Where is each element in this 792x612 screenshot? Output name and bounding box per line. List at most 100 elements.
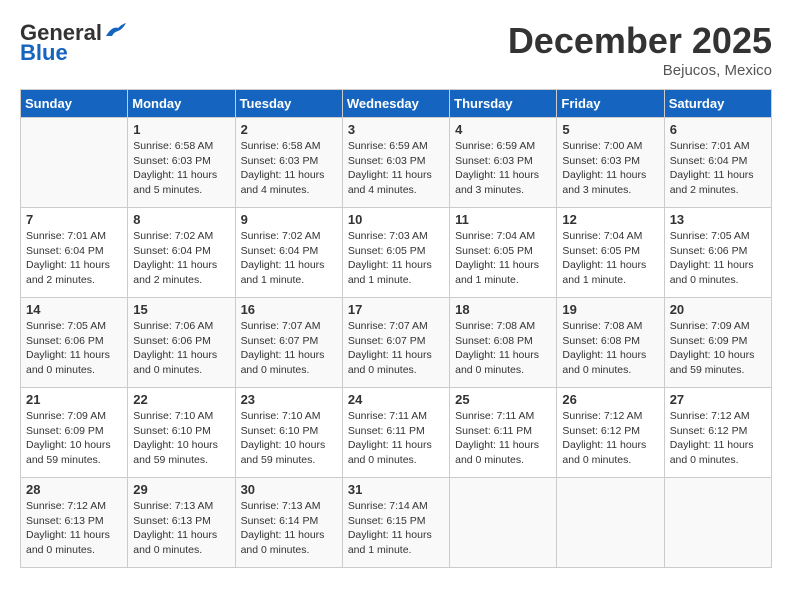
- calendar-day-cell: 21Sunrise: 7:09 AM Sunset: 6:09 PM Dayli…: [21, 388, 128, 478]
- month-title: December 2025: [508, 20, 772, 62]
- day-info: Sunrise: 7:04 AM Sunset: 6:05 PM Dayligh…: [562, 229, 658, 288]
- day-number: 22: [133, 392, 229, 407]
- day-number: 10: [348, 212, 444, 227]
- day-number: 29: [133, 482, 229, 497]
- logo: General Blue: [20, 20, 126, 66]
- calendar-day-cell: [557, 478, 664, 568]
- day-number: 12: [562, 212, 658, 227]
- day-info: Sunrise: 7:09 AM Sunset: 6:09 PM Dayligh…: [670, 319, 766, 378]
- calendar-day-cell: 3 Sunrise: 6:59 AM Sunset: 6:03 PM Daylig…: [342, 118, 449, 208]
- logo-bird-icon: [104, 22, 126, 40]
- calendar-day-cell: 7 Sunrise: 7:01 AM Sunset: 6:04 PM Daylig…: [21, 208, 128, 298]
- day-info: Sunrise: 7:14 AM Sunset: 6:15 PM Dayligh…: [348, 499, 444, 558]
- day-info: Sunrise: 7:02 AM Sunset: 6:04 PM Dayligh…: [241, 229, 337, 288]
- day-info: Sunrise: 7:07 AM Sunset: 6:07 PM Dayligh…: [241, 319, 337, 378]
- calendar-day-cell: 13Sunrise: 7:05 AM Sunset: 6:06 PM Dayli…: [664, 208, 771, 298]
- day-info: Sunrise: 7:13 AM Sunset: 6:14 PM Dayligh…: [241, 499, 337, 558]
- day-number: 17: [348, 302, 444, 317]
- day-info: Sunrise: 7:02 AM Sunset: 6:04 PM Dayligh…: [133, 229, 229, 288]
- calendar-day-cell: 5Sunrise: 7:00 AM Sunset: 6:03 PM Daylig…: [557, 118, 664, 208]
- calendar-day-cell: 12 Sunrise: 7:04 AM Sunset: 6:05 PM Dayli…: [557, 208, 664, 298]
- calendar-day-cell: 18Sunrise: 7:08 AM Sunset: 6:08 PM Dayli…: [450, 298, 557, 388]
- calendar-day-cell: 20 Sunrise: 7:09 AM Sunset: 6:09 PM Dayli…: [664, 298, 771, 388]
- calendar-day-cell: 11Sunrise: 7:04 AM Sunset: 6:05 PM Dayli…: [450, 208, 557, 298]
- day-number: 15: [133, 302, 229, 317]
- day-number: 5: [562, 122, 658, 137]
- calendar-table: SundayMondayTuesdayWednesdayThursdayFrid…: [20, 89, 772, 568]
- day-info: Sunrise: 7:08 AM Sunset: 6:08 PM Dayligh…: [562, 319, 658, 378]
- logo-blue: Blue: [20, 40, 68, 66]
- calendar-day-cell: 19Sunrise: 7:08 AM Sunset: 6:08 PM Dayli…: [557, 298, 664, 388]
- calendar-day-cell: [21, 118, 128, 208]
- day-info: Sunrise: 6:59 AM Sunset: 6:03 PM Dayligh…: [348, 139, 444, 198]
- day-number: 25: [455, 392, 551, 407]
- day-info: Sunrise: 6:58 AM Sunset: 6:03 PM Dayligh…: [133, 139, 229, 198]
- day-info: Sunrise: 6:59 AM Sunset: 6:03 PM Dayligh…: [455, 139, 551, 198]
- day-of-week-header: Sunday: [21, 90, 128, 118]
- calendar-day-cell: [664, 478, 771, 568]
- day-info: Sunrise: 7:11 AM Sunset: 6:11 PM Dayligh…: [455, 409, 551, 468]
- day-number: 8: [133, 212, 229, 227]
- calendar-week-row: 28 Sunrise: 7:12 AM Sunset: 6:13 PM Dayli…: [21, 478, 772, 568]
- day-info: Sunrise: 7:09 AM Sunset: 6:09 PM Dayligh…: [26, 409, 122, 468]
- day-info: Sunrise: 7:01 AM Sunset: 6:04 PM Dayligh…: [670, 139, 766, 198]
- day-number: 30: [241, 482, 337, 497]
- day-number: 7: [26, 212, 122, 227]
- calendar-day-cell: 9 Sunrise: 7:02 AM Sunset: 6:04 PM Daylig…: [235, 208, 342, 298]
- calendar-day-cell: 25 Sunrise: 7:11 AM Sunset: 6:11 PM Dayli…: [450, 388, 557, 478]
- day-number: 3: [348, 122, 444, 137]
- title-block: December 2025 Bejucos, Mexico: [508, 20, 772, 79]
- day-info: Sunrise: 7:12 AM Sunset: 6:13 PM Dayligh…: [26, 499, 122, 558]
- calendar-day-cell: 26 Sunrise: 7:12 AM Sunset: 6:12 PM Dayli…: [557, 388, 664, 478]
- calendar-day-cell: 10 Sunrise: 7:03 AM Sunset: 6:05 PM Dayli…: [342, 208, 449, 298]
- day-info: Sunrise: 7:04 AM Sunset: 6:05 PM Dayligh…: [455, 229, 551, 288]
- day-info: Sunrise: 7:12 AM Sunset: 6:12 PM Dayligh…: [562, 409, 658, 468]
- day-number: 6: [670, 122, 766, 137]
- day-of-week-header: Saturday: [664, 90, 771, 118]
- day-info: Sunrise: 7:13 AM Sunset: 6:13 PM Dayligh…: [133, 499, 229, 558]
- day-number: 16: [241, 302, 337, 317]
- calendar-day-cell: 27 Sunrise: 7:12 AM Sunset: 6:12 PM Dayli…: [664, 388, 771, 478]
- calendar-week-row: 21Sunrise: 7:09 AM Sunset: 6:09 PM Dayli…: [21, 388, 772, 478]
- day-info: Sunrise: 6:58 AM Sunset: 6:03 PM Dayligh…: [241, 139, 337, 198]
- calendar-body: 1 Sunrise: 6:58 AM Sunset: 6:03 PM Daylig…: [21, 118, 772, 568]
- day-of-week-header: Wednesday: [342, 90, 449, 118]
- calendar-day-cell: 24Sunrise: 7:11 AM Sunset: 6:11 PM Dayli…: [342, 388, 449, 478]
- day-info: Sunrise: 7:07 AM Sunset: 6:07 PM Dayligh…: [348, 319, 444, 378]
- day-info: Sunrise: 7:03 AM Sunset: 6:05 PM Dayligh…: [348, 229, 444, 288]
- calendar-day-cell: 6 Sunrise: 7:01 AM Sunset: 6:04 PM Daylig…: [664, 118, 771, 208]
- day-number: 26: [562, 392, 658, 407]
- day-of-week-header: Thursday: [450, 90, 557, 118]
- day-of-week-header: Tuesday: [235, 90, 342, 118]
- calendar-day-cell: 23 Sunrise: 7:10 AM Sunset: 6:10 PM Dayli…: [235, 388, 342, 478]
- day-number: 2: [241, 122, 337, 137]
- calendar-day-cell: 28 Sunrise: 7:12 AM Sunset: 6:13 PM Dayli…: [21, 478, 128, 568]
- calendar-day-cell: 29 Sunrise: 7:13 AM Sunset: 6:13 PM Dayli…: [128, 478, 235, 568]
- calendar-day-cell: 31Sunrise: 7:14 AM Sunset: 6:15 PM Dayli…: [342, 478, 449, 568]
- location: Bejucos, Mexico: [508, 62, 772, 79]
- day-number: 23: [241, 392, 337, 407]
- day-of-week-header: Monday: [128, 90, 235, 118]
- day-number: 14: [26, 302, 122, 317]
- day-number: 28: [26, 482, 122, 497]
- day-info: Sunrise: 7:05 AM Sunset: 6:06 PM Dayligh…: [670, 229, 766, 288]
- calendar-day-cell: 8 Sunrise: 7:02 AM Sunset: 6:04 PM Daylig…: [128, 208, 235, 298]
- day-info: Sunrise: 7:05 AM Sunset: 6:06 PM Dayligh…: [26, 319, 122, 378]
- day-number: 20: [670, 302, 766, 317]
- day-info: Sunrise: 7:10 AM Sunset: 6:10 PM Dayligh…: [241, 409, 337, 468]
- day-info: Sunrise: 7:12 AM Sunset: 6:12 PM Dayligh…: [670, 409, 766, 468]
- calendar-day-cell: 14 Sunrise: 7:05 AM Sunset: 6:06 PM Dayli…: [21, 298, 128, 388]
- day-number: 1: [133, 122, 229, 137]
- day-info: Sunrise: 7:10 AM Sunset: 6:10 PM Dayligh…: [133, 409, 229, 468]
- day-number: 24: [348, 392, 444, 407]
- day-number: 9: [241, 212, 337, 227]
- calendar-week-row: 1 Sunrise: 6:58 AM Sunset: 6:03 PM Daylig…: [21, 118, 772, 208]
- calendar-week-row: 7 Sunrise: 7:01 AM Sunset: 6:04 PM Daylig…: [21, 208, 772, 298]
- day-number: 27: [670, 392, 766, 407]
- calendar-day-cell: 2 Sunrise: 6:58 AM Sunset: 6:03 PM Daylig…: [235, 118, 342, 208]
- calendar-day-cell: 4Sunrise: 6:59 AM Sunset: 6:03 PM Daylig…: [450, 118, 557, 208]
- calendar-day-cell: 17 Sunrise: 7:07 AM Sunset: 6:07 PM Dayli…: [342, 298, 449, 388]
- calendar-day-cell: [450, 478, 557, 568]
- day-info: Sunrise: 7:01 AM Sunset: 6:04 PM Dayligh…: [26, 229, 122, 288]
- calendar-day-cell: 15Sunrise: 7:06 AM Sunset: 6:06 PM Dayli…: [128, 298, 235, 388]
